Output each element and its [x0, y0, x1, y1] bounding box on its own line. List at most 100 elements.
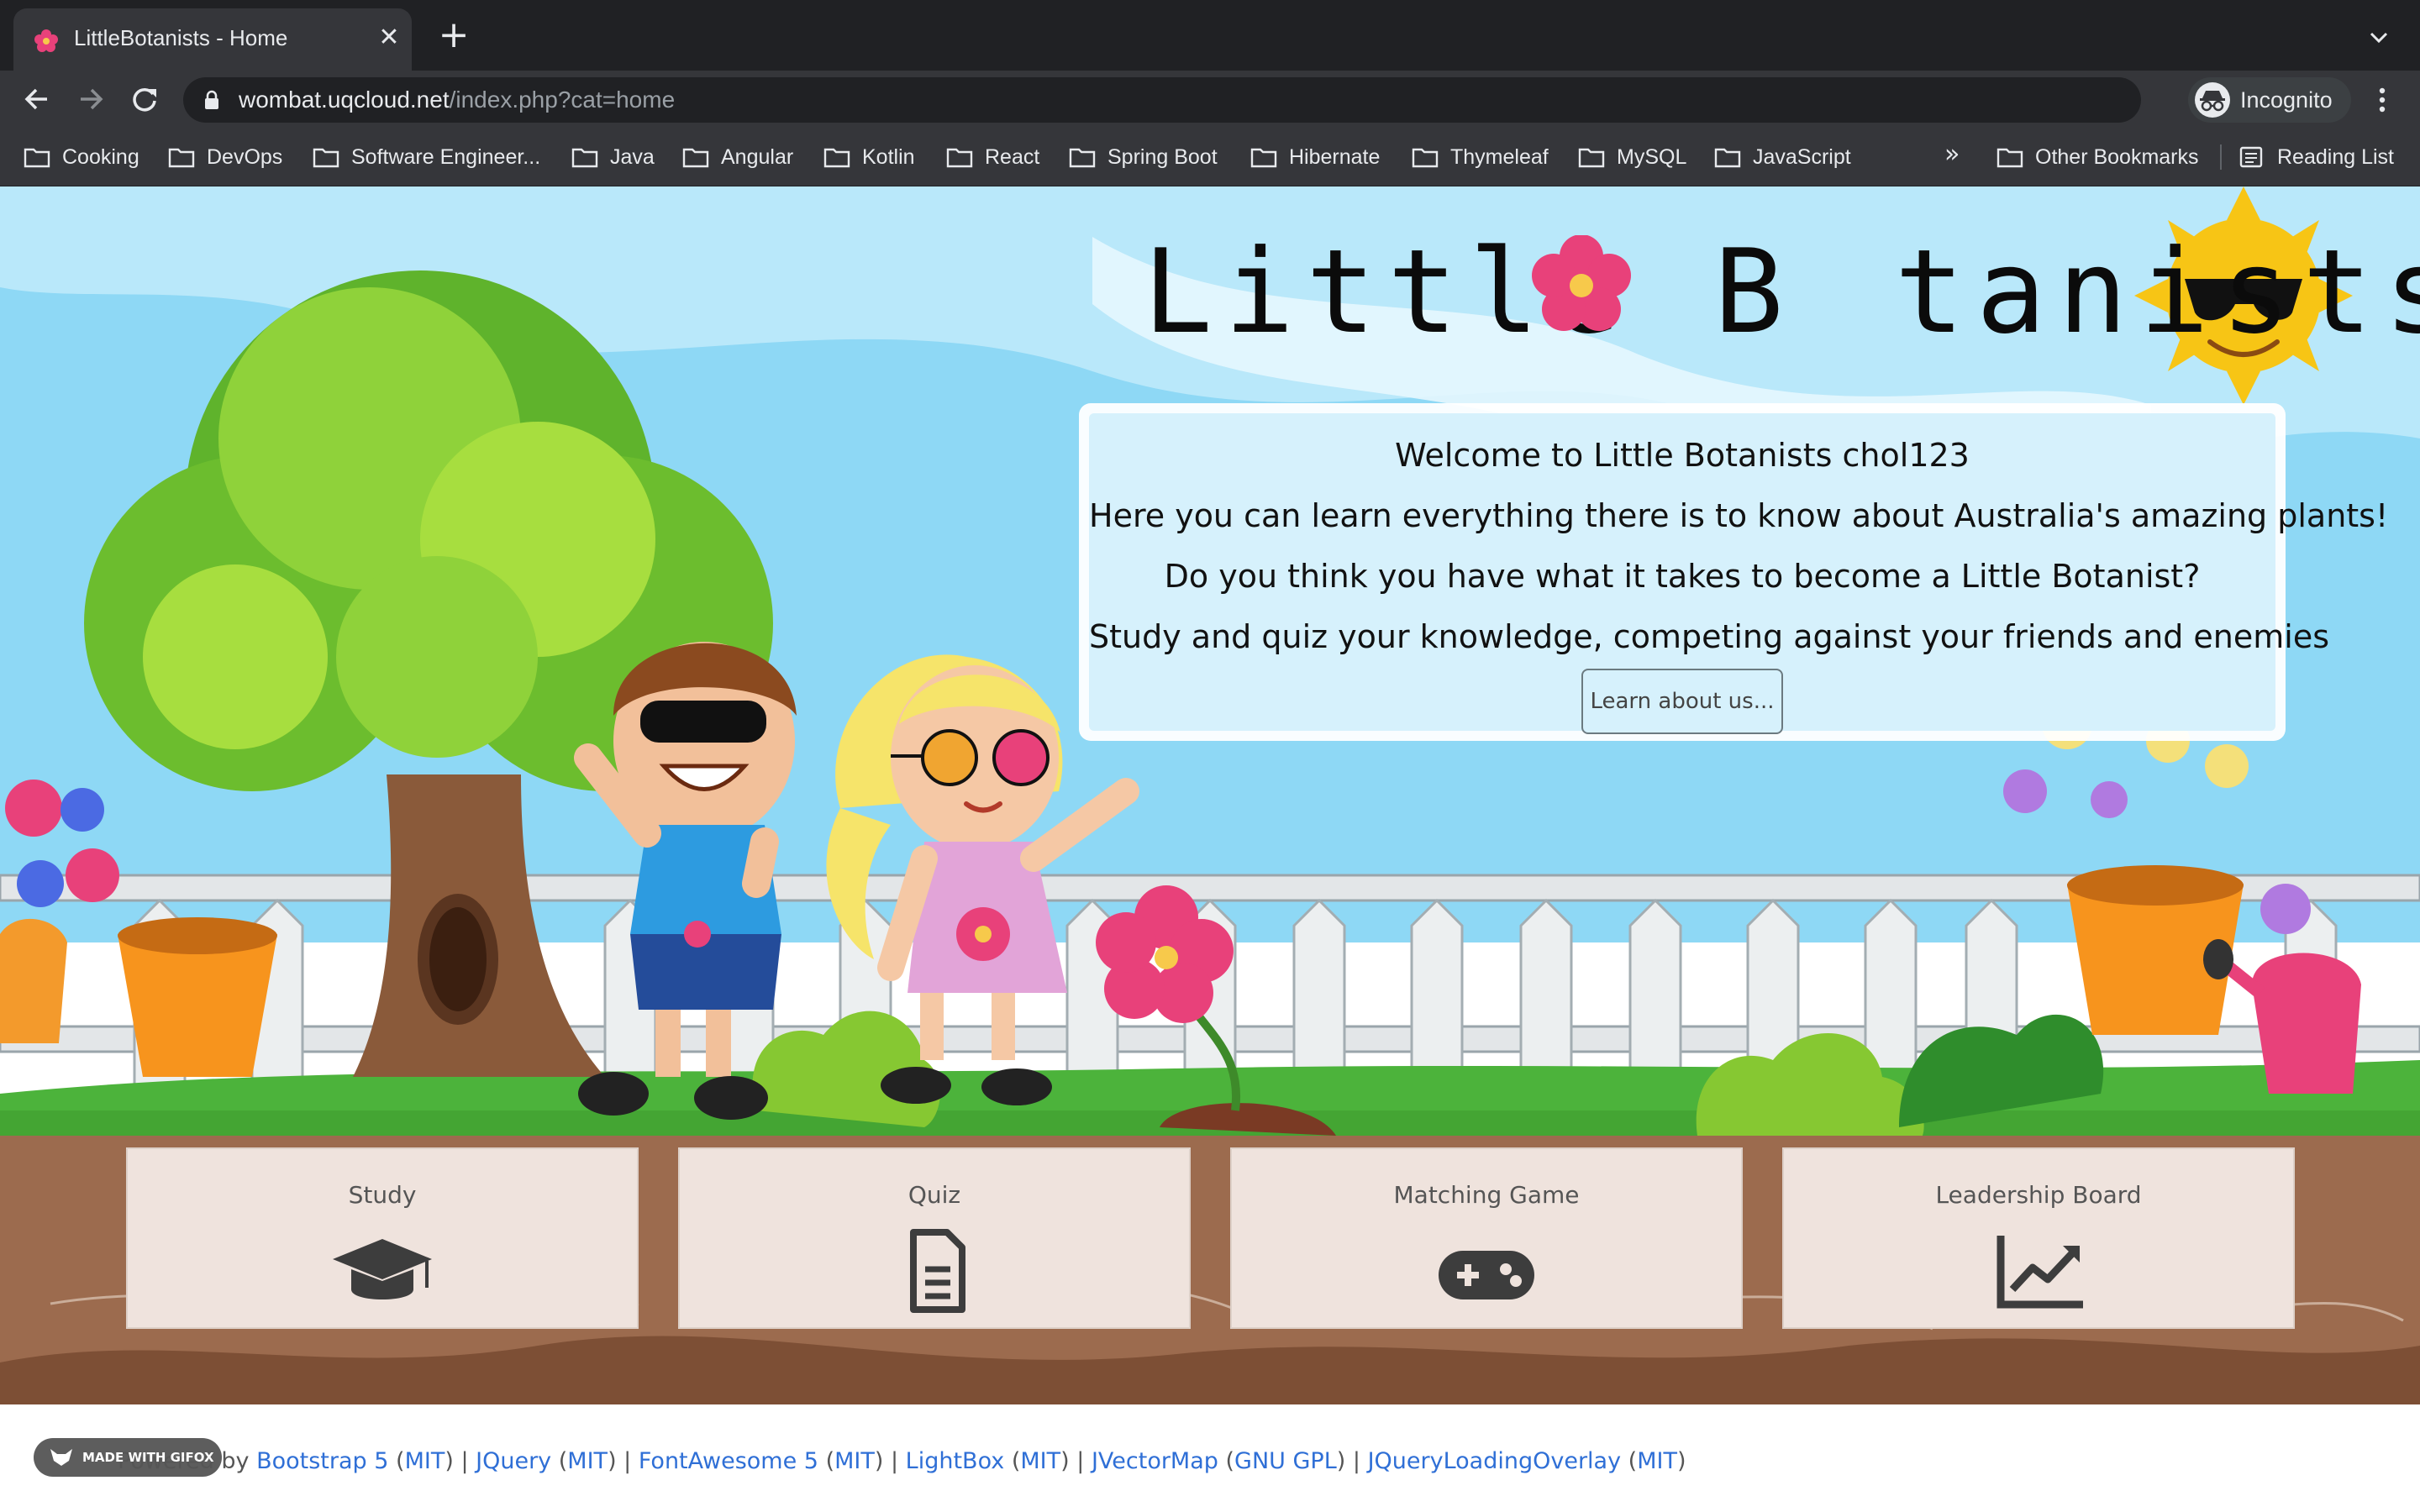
folder-icon: [1714, 148, 1741, 168]
url-path: /index.php?cat=home: [449, 87, 676, 113]
license-link[interactable]: MIT: [405, 1448, 445, 1474]
bookmark-react[interactable]: React: [946, 143, 1039, 171]
browser-tab-active[interactable]: LittleBotanists - Home ✕: [13, 8, 412, 71]
license-link[interactable]: MIT: [1637, 1448, 1677, 1474]
bookmark-angular[interactable]: Angular: [682, 143, 793, 171]
folder-icon: [168, 148, 195, 168]
graduation-cap-icon: [333, 1239, 432, 1299]
gifox-badge: MADE WITH GIFOX: [34, 1438, 222, 1477]
welcome-line: Study and quiz your knowledge, competing…: [1089, 618, 2330, 655]
address-bar[interactable]: wombat.uqcloud.net/index.php?cat=home: [183, 77, 2337, 123]
jqueryloadingoverlay-link[interactable]: JQueryLoadingOverlay: [1368, 1448, 1622, 1474]
incognito-label: Incognito: [2240, 87, 2333, 113]
folder-icon: [1412, 148, 1439, 168]
folder-icon: [571, 148, 598, 168]
hero-section: Little B tanists. Welcome to Little Botan…: [0, 186, 2420, 1136]
folder-icon: [1578, 148, 1605, 168]
welcome-heading: Welcome to Little Botanists chol123: [1395, 437, 1970, 474]
page-content: Little B tanists. Welcome to Little Botan…: [0, 186, 2420, 1512]
bookmark-label: Reading List: [2277, 144, 2394, 169]
bookmark-javascript[interactable]: JavaScript: [1714, 143, 1851, 171]
title-suffix: tanists.: [1894, 224, 2420, 360]
back-arrow-icon[interactable]: [20, 82, 54, 116]
lock-icon: [205, 90, 218, 109]
chart-line-icon: [1996, 1236, 2083, 1309]
reading-list-icon: [2239, 146, 2263, 168]
jvectormap-link[interactable]: JVectorMap: [1092, 1448, 1218, 1474]
more-vertical-icon[interactable]: [2370, 84, 2395, 116]
tab-search-chevron-icon[interactable]: [2365, 25, 2393, 50]
folder-icon: [24, 148, 50, 168]
bookmark-label: JavaScript: [1753, 144, 1851, 169]
welcome-line: Do you think you have what it takes to b…: [1164, 558, 2201, 595]
url-host: wombat.uqcloud.net: [239, 87, 450, 113]
bookmark-label: Other Bookmarks: [2035, 144, 2199, 169]
learn-about-us-button[interactable]: Learn about us...: [1581, 669, 1783, 734]
bookmark-java[interactable]: Java: [571, 143, 655, 171]
bookmark-label: Cooking: [62, 144, 139, 169]
bookmarks-separator: [2220, 144, 2222, 170]
flower-favicon-icon: [34, 29, 58, 52]
license-link[interactable]: MIT: [1020, 1448, 1060, 1474]
bookmark-thymeleaf[interactable]: Thymeleaf: [1412, 143, 1549, 171]
bookmarks-bar: Cooking DevOps Software Engineer... Java…: [0, 128, 2420, 186]
tab-close-icon[interactable]: ✕: [375, 24, 403, 52]
gamepad-icon: [1439, 1251, 1534, 1299]
forward-arrow-icon[interactable]: [74, 82, 108, 116]
credits-line: Powered by Bootstrap 5 (MIT) | JQuery (M…: [118, 1448, 1686, 1474]
fox-icon: [50, 1449, 72, 1466]
bookmark-label: Software Engineer...: [351, 144, 541, 169]
incognito-badge[interactable]: Incognito: [2188, 77, 2351, 123]
url-text: wombat.uqcloud.net/index.php?cat=home: [239, 87, 675, 113]
bookmark-spring-boot[interactable]: Spring Boot: [1069, 143, 1218, 171]
reading-list-button[interactable]: Reading List: [2238, 143, 2394, 171]
card-label: Quiz: [908, 1181, 961, 1209]
card-label: Leadership Board: [1935, 1181, 2142, 1209]
card-label: Matching Game: [1393, 1181, 1580, 1209]
jquery-link[interactable]: JQuery: [476, 1448, 551, 1474]
folder-icon: [1069, 148, 1096, 168]
gifox-label: MADE WITH GIFOX: [82, 1450, 214, 1465]
card-label: Study: [348, 1181, 417, 1209]
folder-icon: [1250, 148, 1277, 168]
folder-icon: [823, 148, 850, 168]
reload-icon[interactable]: [128, 82, 161, 116]
bookmark-label: React: [985, 144, 1040, 169]
bookmark-label: DevOps: [207, 144, 283, 169]
study-card[interactable]: Study: [126, 1147, 639, 1329]
bookmark-hibernate[interactable]: Hibernate: [1250, 143, 1380, 171]
page-footer: Powered by Bootstrap 5 (MIT) | JQuery (M…: [0, 1416, 2420, 1512]
license-link[interactable]: MIT: [567, 1448, 608, 1474]
bookmarks-overflow-button[interactable]: »: [1944, 139, 1960, 169]
new-tab-button[interactable]: +: [437, 17, 471, 54]
quiz-card[interactable]: Quiz: [678, 1147, 1191, 1329]
welcome-panel: Welcome to Little Botanists chol123 Here…: [1079, 403, 2389, 741]
license-link[interactable]: MIT: [834, 1448, 875, 1474]
title-flower-icon: [1532, 235, 1631, 331]
bookmark-mysql[interactable]: MySQL: [1578, 143, 1686, 171]
bookmark-cooking[interactable]: Cooking: [24, 143, 139, 171]
bookmark-kotlin[interactable]: Kotlin: [823, 143, 915, 171]
bookmark-label: MySQL: [1617, 144, 1687, 169]
leadership-board-card[interactable]: Leadership Board: [1782, 1147, 2295, 1329]
tab-title: LittleBotanists - Home: [74, 25, 288, 50]
bookmark-label: Angular: [721, 144, 794, 169]
browser-toolbar: wombat.uqcloud.net/index.php?cat=home In…: [0, 71, 2420, 128]
welcome-line: Here you can learn everything there is t…: [1089, 497, 2389, 534]
bookmark-other-bookmarks[interactable]: Other Bookmarks: [1996, 143, 2199, 171]
bookmark-label: Kotlin: [862, 144, 915, 169]
lightbox-link[interactable]: LightBox: [906, 1448, 1005, 1474]
fontawesome-link[interactable]: FontAwesome 5: [639, 1448, 818, 1474]
license-link[interactable]: GNU GPL: [1234, 1448, 1337, 1474]
bookmark-label: Hibernate: [1289, 144, 1381, 169]
matching-game-card[interactable]: Matching Game: [1230, 1147, 1743, 1329]
bookmark-label: Java: [610, 144, 655, 169]
title-prefix: Little B: [1143, 224, 1796, 360]
browser-tab-strip: LittleBotanists - Home ✕ +: [0, 0, 2420, 71]
bookmark-devops[interactable]: DevOps: [168, 143, 282, 171]
folder-icon: [313, 148, 339, 168]
folder-icon: [946, 148, 973, 168]
bookmark-software-engineer[interactable]: Software Engineer...: [313, 143, 540, 171]
bootstrap-link[interactable]: Bootstrap 5: [256, 1448, 388, 1474]
bookmark-label: Thymeleaf: [1450, 144, 1549, 169]
